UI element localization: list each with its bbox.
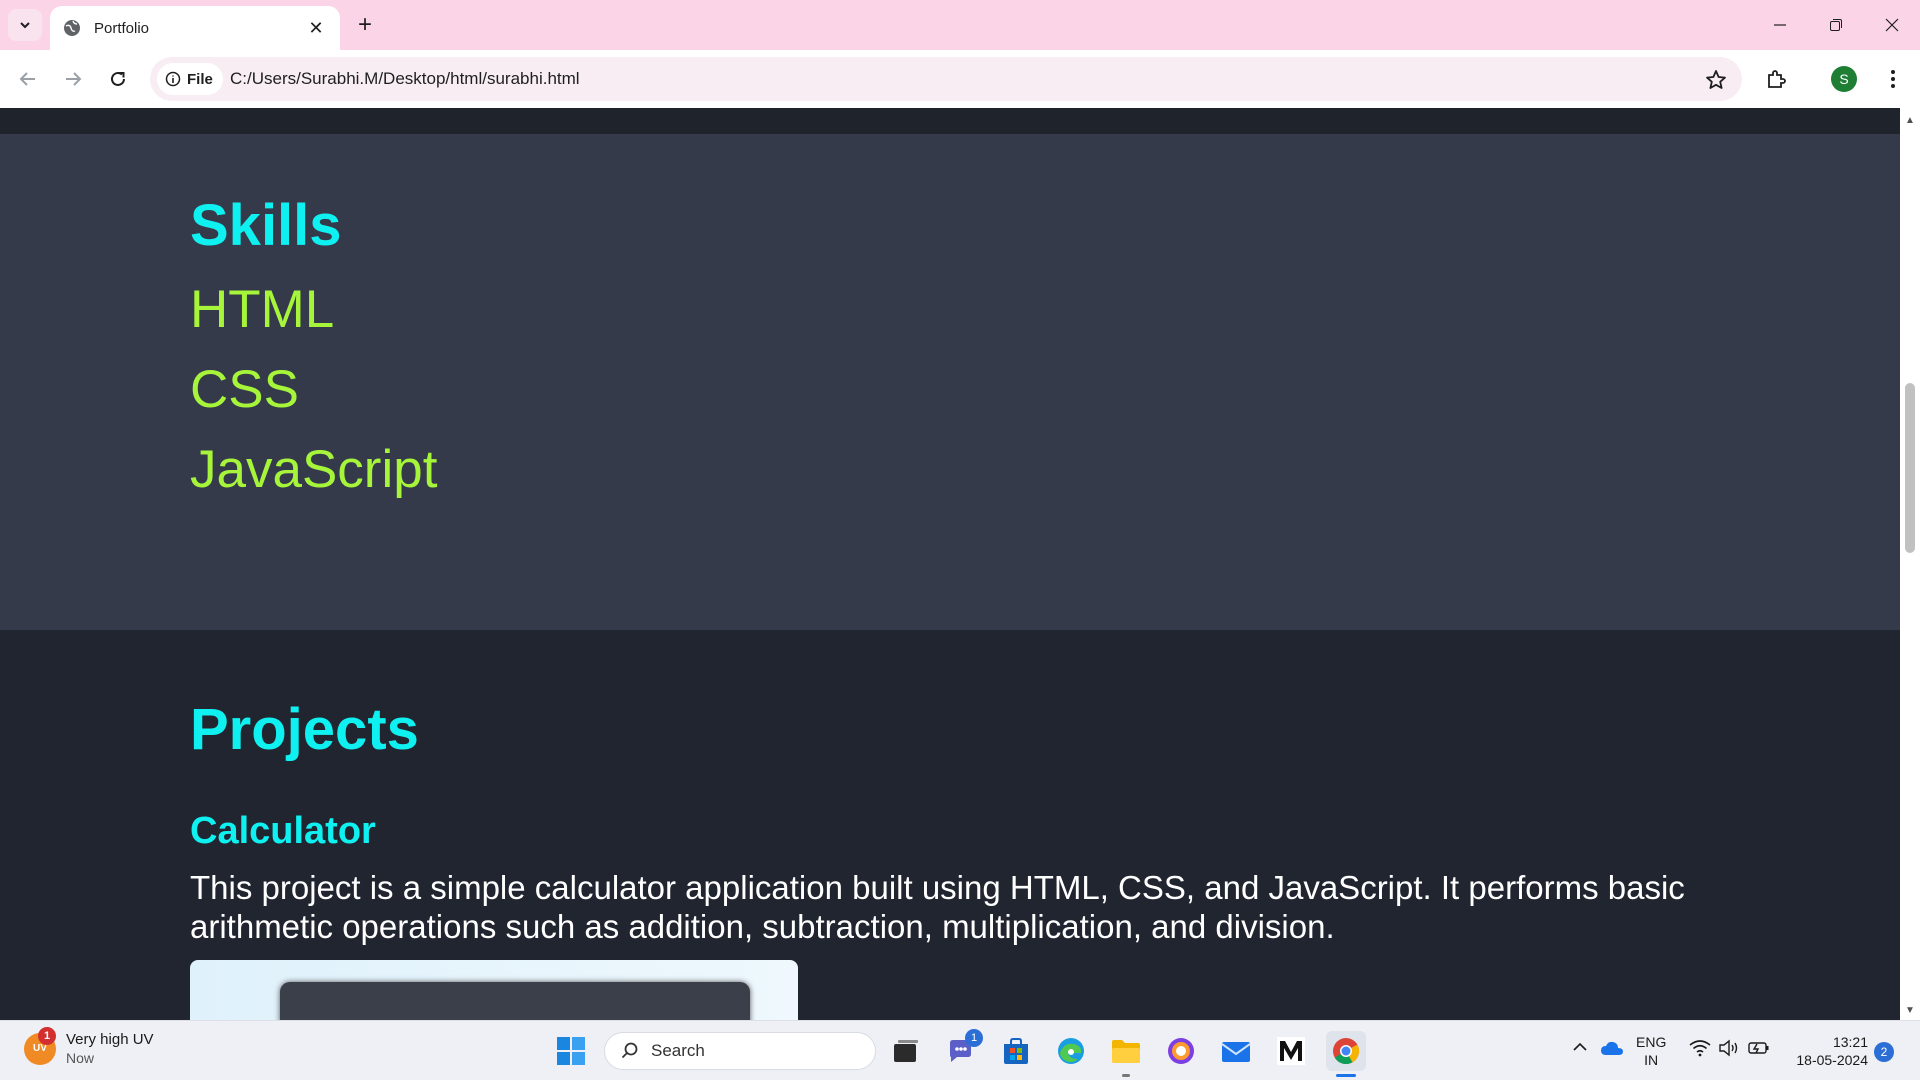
shield-app-icon bbox=[1168, 1038, 1194, 1064]
notification-badge[interactable]: 2 bbox=[1874, 1042, 1894, 1062]
project-description: This project is a simple calculator appl… bbox=[190, 869, 1685, 945]
active-indicator bbox=[1336, 1074, 1356, 1077]
browser-tab[interactable]: Portfolio ✕ bbox=[50, 6, 340, 50]
project-title: Calculator bbox=[190, 810, 376, 852]
puzzle-icon bbox=[1768, 70, 1786, 88]
site-info-chip[interactable]: File bbox=[157, 63, 223, 95]
reload-icon bbox=[111, 71, 125, 86]
address-bar[interactable]: File C:/Users/Surabhi.M/Desktop/html/sur… bbox=[150, 57, 1742, 101]
mail-icon bbox=[1221, 1042, 1251, 1062]
close-tab-icon[interactable]: ✕ bbox=[304, 16, 328, 40]
store-icon bbox=[1004, 1038, 1028, 1064]
onedrive-tray[interactable] bbox=[1600, 1039, 1624, 1057]
input-language[interactable]: ENG IN bbox=[1636, 1033, 1666, 1069]
arrow-left-icon bbox=[19, 72, 35, 86]
edge-icon bbox=[1058, 1038, 1084, 1064]
battery-icon bbox=[1748, 1042, 1769, 1054]
weather-badge: 1 bbox=[38, 1026, 56, 1045]
m-logo-icon bbox=[1277, 1037, 1305, 1065]
scrollbar-thumb[interactable] bbox=[1905, 383, 1915, 553]
edge-button[interactable] bbox=[1051, 1031, 1091, 1071]
page-viewport: Skills HTML CSS JavaScript Projects Calc… bbox=[0, 108, 1900, 1020]
avatar: S bbox=[1831, 66, 1857, 92]
task-view-button[interactable] bbox=[886, 1031, 926, 1071]
chrome-icon bbox=[1333, 1038, 1360, 1065]
skills-heading: Skills bbox=[190, 193, 342, 258]
vpn-app-button[interactable] bbox=[1161, 1031, 1201, 1071]
projects-heading: Projects bbox=[190, 697, 419, 762]
teams-chat-button[interactable]: 1 bbox=[941, 1029, 983, 1071]
kebab-menu-icon bbox=[1891, 70, 1895, 88]
projects-section: Projects Calculator This project is a si… bbox=[0, 630, 1900, 1020]
tab-title: Portfolio bbox=[94, 19, 150, 37]
folder-icon bbox=[1112, 1040, 1140, 1063]
skill-item: CSS bbox=[190, 360, 299, 419]
skill-item: JavaScript bbox=[190, 440, 438, 499]
page-scrollbar[interactable]: ▲ ▼ bbox=[1900, 108, 1920, 1020]
browser-toolbar: File C:/Users/Surabhi.M/Desktop/html/sur… bbox=[0, 50, 1920, 108]
task-view-icon bbox=[894, 1040, 918, 1062]
restore-icon bbox=[1830, 19, 1842, 31]
lang-line2: IN bbox=[1644, 1052, 1659, 1068]
skills-section: Skills HTML CSS JavaScript bbox=[0, 134, 1900, 630]
weather-widget[interactable]: UV 1 Very high UV Now bbox=[24, 1026, 154, 1066]
minimize-icon bbox=[1774, 24, 1786, 26]
speaker-icon bbox=[1719, 1039, 1738, 1057]
close-window-button[interactable] bbox=[1864, 0, 1920, 50]
arrow-right-icon bbox=[66, 72, 82, 86]
lang-line1: ENG bbox=[1636, 1034, 1667, 1050]
chevron-up-icon bbox=[1573, 1042, 1587, 1051]
uv-icon-label: UV bbox=[33, 1043, 47, 1054]
file-explorer-button[interactable] bbox=[1106, 1031, 1146, 1077]
taskbar-search[interactable]: Search bbox=[604, 1032, 876, 1070]
profile-button[interactable]: S bbox=[1826, 61, 1862, 97]
scroll-down-icon[interactable]: ▼ bbox=[1904, 1004, 1916, 1016]
search-label: Search bbox=[651, 1041, 705, 1060]
store-button[interactable] bbox=[996, 1031, 1036, 1071]
start-button[interactable] bbox=[551, 1031, 591, 1071]
extensions-button[interactable] bbox=[1758, 61, 1794, 97]
weather-title: Very high UV bbox=[66, 1031, 154, 1048]
uv-icon: UV 1 bbox=[24, 1026, 56, 1065]
site-info-label: File bbox=[187, 70, 213, 88]
url-text: C:/Users/Surabhi.M/Desktop/html/surabhi.… bbox=[230, 69, 580, 88]
back-button[interactable] bbox=[10, 61, 46, 97]
m-app-button[interactable] bbox=[1271, 1031, 1311, 1071]
scroll-up-icon[interactable]: ▲ bbox=[1904, 114, 1916, 126]
forward-button[interactable] bbox=[55, 61, 91, 97]
info-icon bbox=[165, 71, 181, 87]
windows-logo-icon bbox=[557, 1037, 585, 1065]
clock[interactable]: 13:21 18-05-2024 bbox=[1780, 1033, 1868, 1069]
show-hidden-icons[interactable] bbox=[1572, 1039, 1588, 1055]
search-icon bbox=[621, 1042, 638, 1059]
tab-search-button[interactable] bbox=[8, 9, 42, 41]
bookmark-star-icon[interactable] bbox=[1704, 68, 1728, 92]
chrome-button[interactable] bbox=[1326, 1031, 1366, 1077]
clock-date: 18-05-2024 bbox=[1796, 1052, 1868, 1068]
chevron-down-icon bbox=[20, 22, 30, 29]
calculator-device-image bbox=[280, 982, 750, 1020]
running-indicator bbox=[1122, 1074, 1130, 1077]
restore-button[interactable] bbox=[1808, 0, 1864, 50]
clock-time: 13:21 bbox=[1832, 1034, 1868, 1050]
skill-item: HTML bbox=[190, 280, 335, 339]
tab-strip: Portfolio ✕ + bbox=[0, 0, 1920, 50]
weather-subtitle: Now bbox=[66, 1050, 95, 1066]
menu-button[interactable] bbox=[1875, 61, 1911, 97]
minimize-button[interactable] bbox=[1752, 0, 1808, 50]
close-icon bbox=[1885, 18, 1899, 32]
chat-badge: 1 bbox=[965, 1029, 983, 1047]
globe-icon bbox=[62, 18, 82, 38]
mail-button[interactable] bbox=[1216, 1031, 1256, 1071]
volume-tray[interactable] bbox=[1718, 1039, 1740, 1057]
cloud-icon bbox=[1601, 1041, 1623, 1055]
taskbar: UV 1 Very high UV Now Search 1 ENG IN 13… bbox=[0, 1020, 1920, 1080]
wifi-tray[interactable] bbox=[1689, 1039, 1711, 1057]
wifi-icon bbox=[1689, 1040, 1711, 1057]
battery-tray[interactable] bbox=[1748, 1039, 1770, 1057]
project-image bbox=[190, 960, 798, 1020]
page-top-strip bbox=[0, 108, 1900, 134]
reload-button[interactable] bbox=[100, 61, 136, 97]
new-tab-button[interactable]: + bbox=[350, 10, 380, 40]
